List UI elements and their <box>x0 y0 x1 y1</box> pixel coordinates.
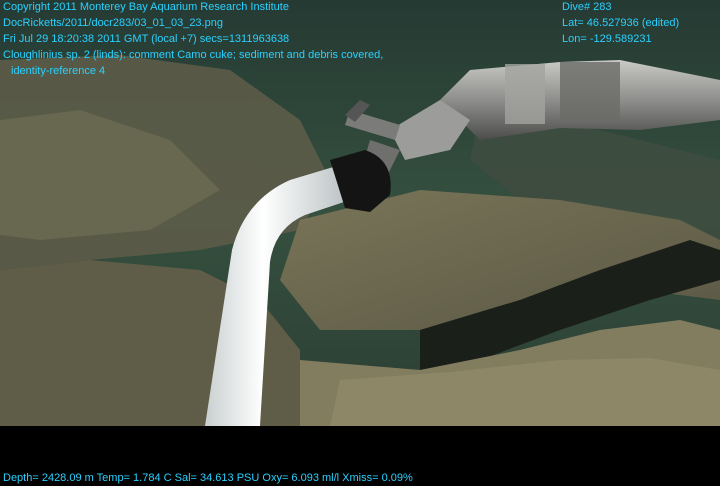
copyright-text: Copyright 2011 Monterey Bay Aquarium Res… <box>3 1 289 13</box>
video-frame: Copyright 2011 Monterey Bay Aquarium Res… <box>0 0 720 486</box>
sensor-readout-text: Depth= 2428.09 m Temp= 1.784 C Sal= 34.6… <box>3 472 413 484</box>
metadata-overlay-right: Dive# 283 Lat= 46.527936 (edited) Lon= -… <box>562 1 679 49</box>
identity-reference-text: identity-reference 4 <box>11 65 106 77</box>
observation-comment-text: Cloughlinius sp. 2 (linds): comment Camo… <box>3 49 384 61</box>
dive-number-text: Dive# 283 <box>562 1 612 13</box>
image-path-text: DocRicketts/2011/docr283/03_01_03_23.png <box>3 17 223 29</box>
latitude-text: Lat= 46.527936 (edited) <box>562 17 680 29</box>
longitude-text: Lon= -129.589231 <box>562 33 652 45</box>
metadata-overlay-left: Copyright 2011 Monterey Bay Aquarium Res… <box>3 1 383 81</box>
timestamp-text: Fri Jul 29 18:20:38 2011 GMT (local +7) … <box>3 33 290 45</box>
